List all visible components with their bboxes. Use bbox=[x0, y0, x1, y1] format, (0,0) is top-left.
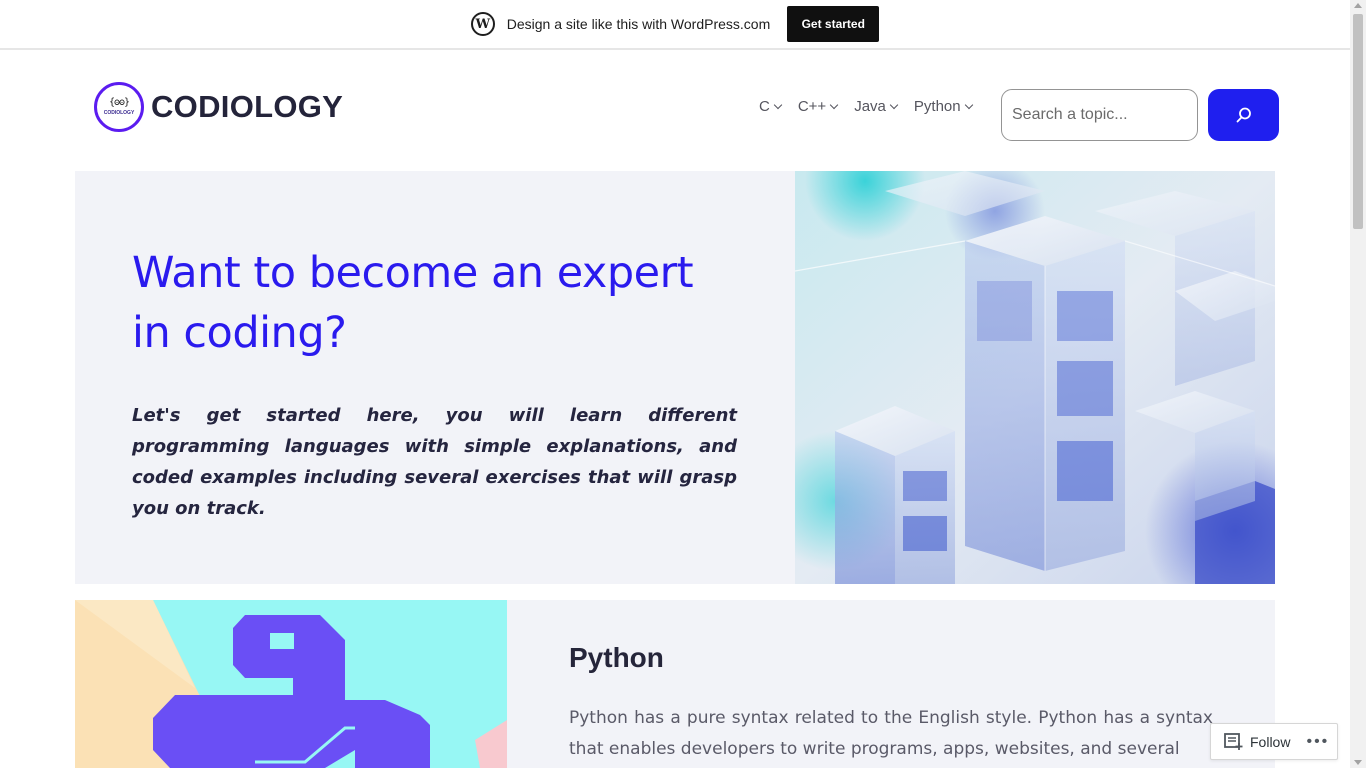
search-input[interactable] bbox=[1001, 89, 1198, 141]
wordpress-promo-bar: W Design a site like this with WordPress… bbox=[0, 0, 1350, 50]
nav-item-java[interactable]: Java bbox=[854, 98, 899, 115]
search-button[interactable] bbox=[1208, 89, 1279, 141]
codiology-logo-icon: {ʘʘ} CODIOLOGY bbox=[94, 82, 144, 132]
main-navigation: C C++ Java Python bbox=[759, 98, 989, 115]
follow-widget: Follow ••• bbox=[1210, 723, 1338, 760]
python-description: Python has a pure syntax related to the … bbox=[569, 708, 1213, 759]
get-started-button[interactable]: Get started bbox=[787, 6, 880, 42]
chevron-down-icon bbox=[829, 100, 839, 109]
follow-button[interactable]: Follow bbox=[1250, 734, 1290, 750]
scroll-up-arrow-icon[interactable] bbox=[1354, 3, 1362, 8]
nav-item-label: C bbox=[759, 98, 770, 115]
page-scrollbar[interactable] bbox=[1350, 0, 1366, 768]
chevron-down-icon bbox=[964, 100, 973, 109]
python-logo-image[interactable] bbox=[75, 600, 507, 768]
site-logo-link[interactable]: {ʘʘ} CODIOLOGY CODIOLOGY bbox=[94, 82, 343, 132]
page: W Design a site like this with WordPress… bbox=[0, 0, 1366, 768]
nav-item-label: Python bbox=[913, 98, 961, 115]
wordpress-promo-text[interactable]: Design a site like this with WordPress.c… bbox=[507, 16, 771, 32]
nav-item-label: Java bbox=[854, 98, 886, 115]
scrollbar-thumb[interactable] bbox=[1353, 14, 1363, 229]
logo-glyph: {ʘʘ} bbox=[108, 97, 130, 108]
search-icon bbox=[1236, 107, 1251, 123]
logo-small-text: CODIOLOGY bbox=[103, 110, 135, 116]
nav-item-python[interactable]: Python bbox=[913, 98, 973, 115]
python-card: Python Python has a pure syntax related … bbox=[507, 600, 1275, 768]
scroll-down-arrow-icon[interactable] bbox=[1354, 760, 1362, 765]
hero-cubes-image bbox=[795, 171, 1275, 584]
hero-title: Want to become an expert in coding? bbox=[132, 248, 694, 358]
chevron-down-icon bbox=[889, 100, 899, 109]
nav-item-label: C++ bbox=[797, 98, 827, 115]
nav-item-cpp[interactable]: C++ bbox=[797, 98, 839, 115]
wordpress-logo-icon[interactable]: W bbox=[470, 12, 495, 36]
hero-lead-text: Let's get started here, you will learn d… bbox=[132, 405, 737, 519]
follow-reader-icon[interactable] bbox=[1224, 733, 1244, 750]
nav-item-c[interactable]: C bbox=[759, 98, 783, 115]
site-title[interactable]: CODIOLOGY bbox=[151, 89, 343, 125]
python-heading[interactable]: Python bbox=[569, 642, 664, 674]
more-options-icon[interactable]: ••• bbox=[1306, 733, 1329, 751]
chevron-down-icon bbox=[773, 100, 783, 109]
